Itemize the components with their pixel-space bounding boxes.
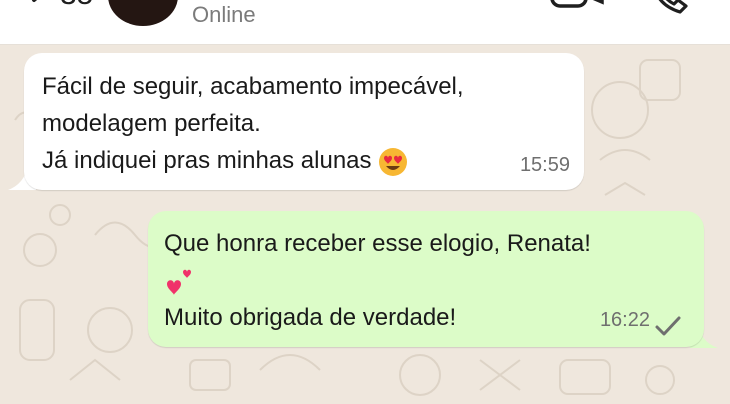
chat-header: 35 Online — [0, 0, 730, 45]
message-line: Fácil de seguir, acabamento impecável, — [42, 73, 464, 100]
incoming-message-bubble[interactable]: Fácil de seguir, acabamento impecável, m… — [24, 53, 584, 190]
message-text: Que honra receber esse elogio, Renata! M… — [164, 225, 591, 336]
two-hearts-emoji — [167, 269, 191, 295]
contact-avatar[interactable] — [108, 0, 178, 26]
smiling-face-with-heart-eyes-emoji — [379, 147, 408, 176]
video-call-icon[interactable] — [548, 0, 608, 12]
message-timestamp: 15:59 — [519, 154, 570, 176]
contact-status: Online — [192, 2, 256, 27]
message-timestamp: 16:22 — [599, 309, 650, 331]
message-line: Que honra receber esse elogio, Renata! — [164, 230, 591, 257]
unread-count[interactable]: 35 — [60, 0, 93, 12]
message-line: Já indiquei pras minhas alunas — [42, 147, 372, 174]
message-text: Fácil de seguir, acabamento impecável, m… — [42, 68, 464, 179]
message-line: Muito obrigada de verdade! — [164, 304, 457, 331]
phone-call-icon[interactable] — [650, 0, 690, 14]
outgoing-message-bubble[interactable]: Que honra receber esse elogio, Renata! M… — [148, 211, 704, 347]
sent-check-icon — [655, 316, 681, 336]
message-line: modelagem perfeita. — [42, 110, 261, 137]
